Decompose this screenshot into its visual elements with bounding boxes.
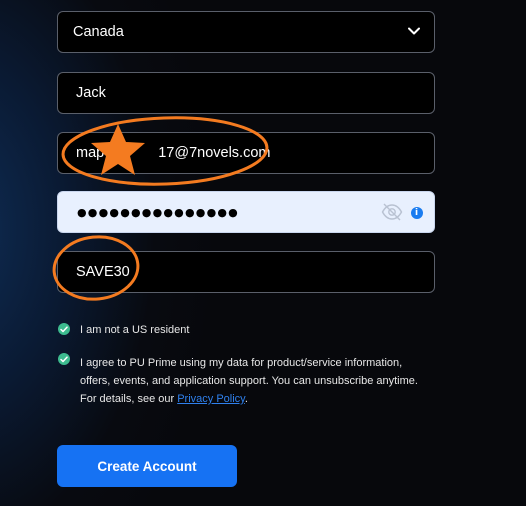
consent-text-end: .: [244, 393, 248, 405]
us-resident-checkbox-row[interactable]: I am not a US resident: [58, 323, 189, 339]
password-value: ●●●●●●●●●●●●●●●: [77, 205, 239, 219]
checkmark-icon[interactable]: [58, 323, 70, 335]
first-name-input[interactable]: Jack: [57, 72, 435, 114]
info-icon[interactable]: i: [411, 207, 423, 219]
password-input[interactable]: ●●●●●●●●●●●●●●● i: [57, 191, 435, 233]
create-account-button[interactable]: Create Account: [57, 445, 237, 487]
country-select[interactable]: Canada: [57, 11, 435, 53]
consent-text: I agree to PU Prime using my data for pr…: [80, 357, 418, 405]
eye-off-icon[interactable]: [381, 203, 403, 221]
checkmark-icon[interactable]: [58, 353, 70, 365]
chevron-down-icon: [408, 27, 420, 35]
consent-label: I agree to PU Prime using my data for pr…: [80, 354, 418, 408]
promo-code-input[interactable]: SAVE30: [57, 251, 435, 293]
privacy-consent-checkbox-row[interactable]: I agree to PU Prime using my data for pr…: [58, 353, 418, 408]
email-value-start: map: [76, 145, 105, 161]
email-value-end: 17@7novels.com: [158, 145, 271, 161]
promo-code-value: SAVE30: [76, 264, 130, 280]
us-resident-label: I am not a US resident: [80, 324, 190, 336]
country-value: Canada: [73, 24, 124, 40]
email-input[interactable]: map 17@7novels.com: [57, 132, 435, 174]
first-name-value: Jack: [76, 85, 106, 101]
privacy-policy-link[interactable]: Privacy Policy: [177, 393, 245, 405]
